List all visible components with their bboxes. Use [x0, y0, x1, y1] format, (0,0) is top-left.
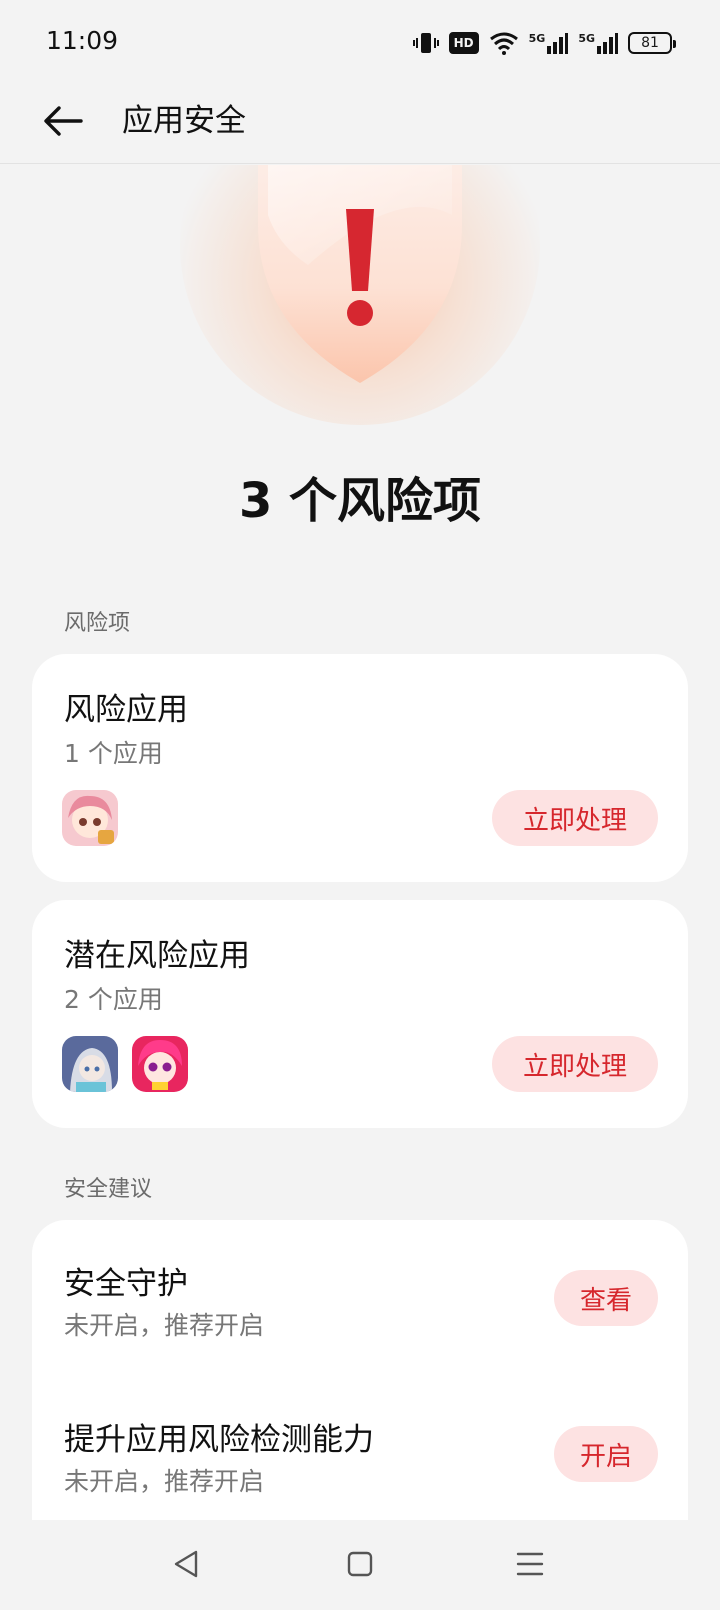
nav-back-button[interactable]	[164, 1542, 208, 1586]
battery-level: 81	[641, 35, 659, 51]
risk-apps-card[interactable]: 风险应用 1 个应用 立即处理	[32, 654, 688, 882]
card-subtitle: 1 个应用	[64, 739, 163, 768]
section-label-advice: 安全建议	[64, 1177, 153, 1202]
back-triangle-icon	[174, 1550, 198, 1578]
wifi-icon	[489, 31, 519, 55]
advice-title: 提升应用风险检测能力	[64, 1422, 374, 1458]
signal-5g-icon: 5G	[529, 32, 569, 54]
vibrate-icon	[412, 30, 439, 56]
menu-lines-icon	[516, 1552, 544, 1576]
status-bar: 11:09 HD 5G 5G 81	[0, 0, 720, 86]
card-title: 潜在风险应用	[64, 938, 250, 974]
app-icon[interactable]	[62, 790, 118, 846]
content-scroll[interactable]: 3 个风险项 风险项 风险应用 1 个应用 立即处理 潜在风险应用 2 个应用	[0, 165, 720, 1520]
handle-now-button[interactable]: 立即处理	[492, 790, 658, 846]
enable-button[interactable]: 开启	[554, 1426, 658, 1482]
app-icon[interactable]	[132, 1036, 188, 1092]
page-title: 应用安全	[122, 103, 246, 139]
handle-now-button[interactable]: 立即处理	[492, 1036, 658, 1092]
nav-recents-button[interactable]	[508, 1542, 552, 1586]
advice-title: 安全守护	[64, 1266, 188, 1302]
status-icons: HD 5G 5G 81	[412, 28, 676, 58]
nav-home-button[interactable]	[338, 1542, 382, 1586]
signal-5g-icon: 5G	[578, 32, 618, 54]
home-square-icon	[347, 1551, 373, 1577]
hd-icon: HD	[448, 32, 479, 54]
section-label-risks: 风险项	[64, 611, 131, 636]
back-button[interactable]	[38, 96, 88, 146]
arrow-left-icon	[44, 106, 83, 136]
advice-item-detection[interactable]: 提升应用风险检测能力 未开启，推荐开启 开启	[32, 1374, 688, 1520]
advice-item-security-guard[interactable]: 安全守护 未开启，推荐开启 查看	[32, 1220, 688, 1370]
screen: 11:09 HD 5G 5G 81 应用安全 3 个风险项 风险项 风险应用 1…	[0, 0, 720, 1610]
shield-warning-icon	[258, 165, 462, 383]
advice-subtitle: 未开启，推荐开启	[64, 1311, 265, 1340]
app-bar: 应用安全	[0, 86, 720, 164]
security-advice-card: 安全守护 未开启，推荐开启 查看 提升应用风险检测能力 未开启，推荐开启 开启	[32, 1220, 688, 1520]
card-title: 风险应用	[64, 692, 188, 728]
battery-icon: 81	[628, 32, 676, 54]
app-icon[interactable]	[62, 1036, 118, 1092]
risk-count-title: 3 个风险项	[238, 473, 482, 529]
navigation-bar	[0, 1520, 720, 1610]
advice-subtitle: 未开启，推荐开启	[64, 1467, 265, 1496]
potential-risk-apps-card[interactable]: 潜在风险应用 2 个应用 立即处理	[32, 900, 688, 1128]
status-time: 11:09	[46, 26, 119, 55]
view-button[interactable]: 查看	[554, 1270, 658, 1326]
hero-shield	[150, 165, 570, 465]
card-subtitle: 2 个应用	[64, 985, 163, 1014]
